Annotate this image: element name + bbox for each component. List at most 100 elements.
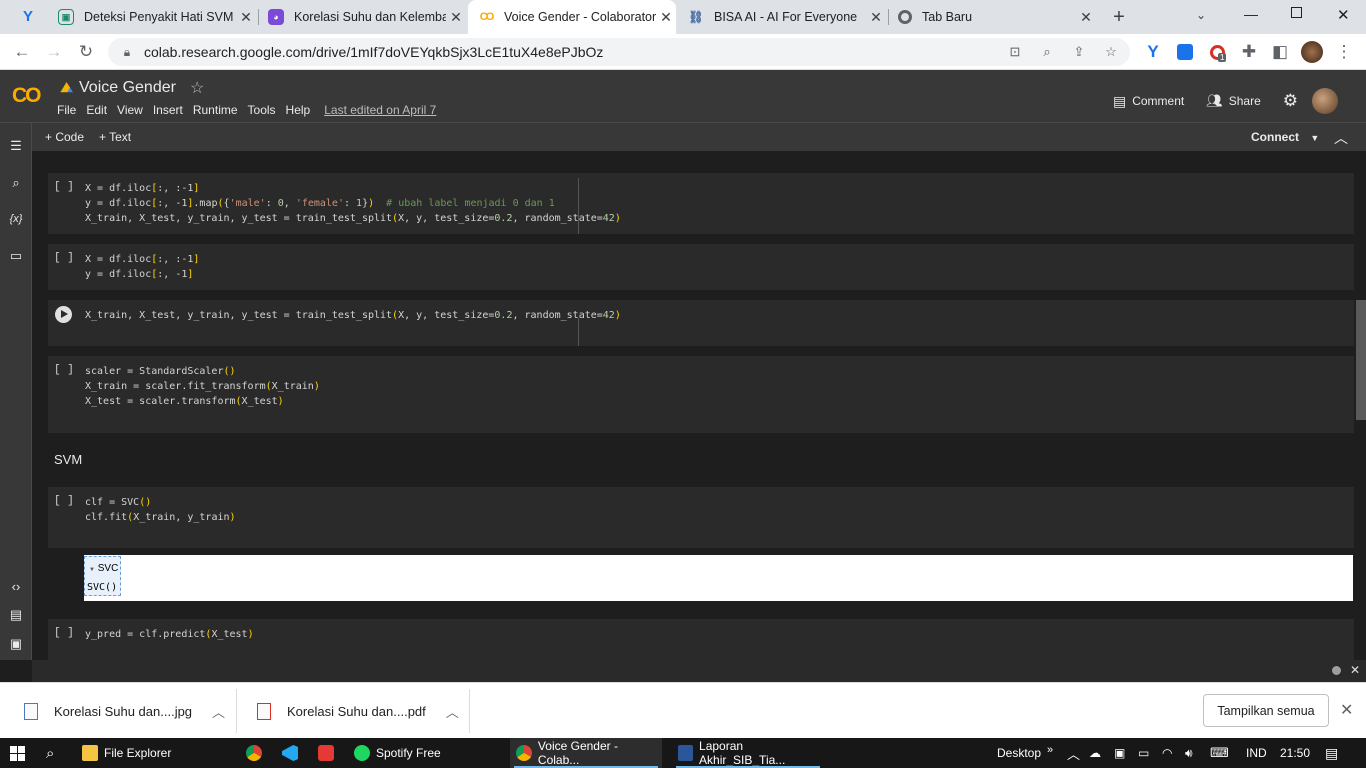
run-cell-play-icon[interactable] — [55, 306, 72, 323]
close-tab-icon[interactable]: ✕ — [236, 9, 256, 26]
run-cell-button[interactable]: [ ] — [54, 252, 74, 264]
menu-edit[interactable]: Edit — [86, 103, 107, 117]
variables-icon[interactable]: {x} — [6, 209, 26, 229]
vertical-scrollbar[interactable] — [1356, 300, 1366, 420]
code-editor[interactable]: X_train, X_test, y_train, y_test = train… — [85, 308, 621, 323]
tray-language[interactable]: IND — [1246, 738, 1267, 768]
lock-icon[interactable]: 🔒︎ — [120, 45, 134, 60]
menu-help[interactable]: Help — [286, 103, 311, 117]
notification-center-icon[interactable]: ▤ — [1325, 738, 1338, 768]
minimize-window-icon[interactable]: — — [1244, 6, 1258, 22]
files-folder-icon[interactable]: ▭ — [6, 246, 26, 266]
command-palette-icon[interactable]: ▤ — [6, 605, 26, 625]
colab-logo[interactable]: CO — [12, 84, 41, 108]
close-shelf-icon[interactable]: ✕ — [1340, 700, 1353, 720]
taskbar-app-file-explorer[interactable]: File Explorer — [82, 738, 171, 768]
code-editor[interactable]: clf = SVC() clf.fit(X_train, y_train) — [85, 495, 236, 525]
taskbar-app-spotify[interactable]: Spotify Free — [354, 738, 441, 768]
tray-wifi-icon[interactable]: ◠ — [1162, 738, 1172, 768]
table-of-contents-icon[interactable]: ☰ — [6, 136, 26, 156]
show-all-downloads-button[interactable]: Tampilkan semua — [1203, 694, 1329, 727]
close-window-icon[interactable]: ✕ — [1337, 6, 1350, 24]
extension-blue-icon[interactable] — [1173, 40, 1197, 64]
close-tab-icon[interactable]: ✕ — [866, 9, 886, 26]
taskbar-search-icon[interactable]: ⌕ — [46, 738, 54, 768]
taskbar-chrome-icon[interactable] — [246, 738, 268, 768]
code-cell[interactable]: [ ] scaler = StandardScaler() X_train = … — [48, 356, 1354, 433]
code-cell[interactable]: X_train, X_test, y_train, y_test = train… — [48, 300, 1354, 346]
browser-tab-active[interactable]: CO Voice Gender - Colaboratory ✕ — [468, 0, 676, 34]
notebook-title[interactable]: Voice Gender — [79, 79, 176, 97]
extensions-puzzle-icon[interactable]: ✚ — [1237, 40, 1261, 64]
share-page-icon[interactable]: ⇪ — [1070, 44, 1088, 60]
account-avatar[interactable] — [1312, 88, 1338, 114]
share-button[interactable]: 👥︎ Share — [1206, 93, 1261, 109]
last-edited-link[interactable]: Last edited on April 7 — [324, 103, 436, 117]
taskbar-vscode-icon[interactable] — [282, 738, 304, 768]
menu-view[interactable]: View — [117, 103, 143, 117]
taskbar-app-word[interactable]: Laporan Akhir_SIB_Tia... — [672, 738, 824, 768]
code-snippets-icon[interactable]: ‹› — [6, 577, 26, 597]
run-cell-button[interactable]: [ ] — [54, 627, 74, 639]
bookmark-star-icon[interactable]: ☆ — [1102, 44, 1120, 60]
reload-button[interactable]: ↻ — [74, 40, 98, 64]
comment-button[interactable]: ▤ Comment — [1113, 93, 1184, 110]
browser-menu-icon[interactable]: ⋮ — [1332, 40, 1356, 64]
chevron-up-icon[interactable]: ︿ — [446, 702, 459, 721]
browser-tab[interactable]: Tab Baru ✕ — [888, 0, 1096, 34]
start-button[interactable] — [10, 738, 25, 768]
menu-runtime[interactable]: Runtime — [193, 103, 238, 117]
code-editor[interactable]: y_pred = clf.predict(X_test) — [85, 627, 254, 642]
code-cell[interactable]: [ ] clf = SVC() clf.fit(X_train, y_train… — [48, 487, 1354, 548]
run-cell-button[interactable]: [ ] — [54, 495, 74, 507]
restore-window-icon[interactable] — [1291, 7, 1302, 18]
back-button[interactable]: ← — [10, 40, 34, 64]
tray-volume-icon[interactable]: 🔊︎ — [1185, 738, 1193, 768]
tray-meet-icon[interactable]: ▣ — [1114, 738, 1125, 768]
collapse-header-icon[interactable]: ︿ — [1334, 128, 1348, 148]
menu-file[interactable]: File — [57, 103, 76, 117]
taskbar-app-chrome-colab[interactable]: Voice Gender - Colab... — [510, 738, 662, 768]
add-code-button[interactable]: + Code — [45, 130, 84, 144]
browser-tab[interactable]: ◕ Korelasi Suhu dan Kelemba ✕ — [258, 0, 466, 34]
code-cell[interactable]: [ ] X = df.iloc[:, :-1] y = df.iloc[:, -… — [48, 173, 1354, 234]
desktop-toolbar[interactable]: Desktop » — [997, 738, 1053, 768]
code-editor[interactable]: X = df.iloc[:, :-1] y = df.iloc[:, -1] — [85, 252, 199, 282]
zoom-icon[interactable]: ⌕ — [1038, 44, 1056, 60]
star-icon[interactable]: ☆ — [190, 78, 204, 98]
side-panel-icon[interactable]: ◧ — [1268, 40, 1292, 64]
tray-cloud-icon[interactable]: ☁ — [1089, 738, 1101, 768]
code-editor[interactable]: scaler = StandardScaler() X_train = scal… — [85, 364, 320, 409]
close-status-icon[interactable]: ✕ — [1350, 663, 1360, 677]
add-text-button[interactable]: + Text — [99, 130, 131, 144]
code-editor[interactable]: X = df.iloc[:, :-1] y = df.iloc[:, -1].m… — [85, 181, 621, 226]
taskbar-wps-icon[interactable] — [318, 738, 340, 768]
browser-tab[interactable]: ▣ Deteksi Penyakit Hati SVM ✕ — [48, 0, 256, 34]
tray-keyboard-icon[interactable]: ⌨ — [1210, 738, 1229, 768]
run-cell-button[interactable]: [ ] — [54, 181, 74, 193]
extension-red-icon[interactable]: 1 — [1205, 40, 1229, 64]
download-item[interactable]: Korelasi Suhu dan....jpg ︿ — [0, 683, 225, 739]
terminal-icon[interactable]: ▣ — [6, 634, 26, 654]
tab-list-chevron-icon[interactable]: ⌄ — [1196, 8, 1206, 22]
close-tab-icon[interactable]: ✕ — [1076, 9, 1096, 26]
profile-avatar[interactable] — [1300, 40, 1324, 64]
estimator-widget[interactable]: ▼ SVC SVC() — [84, 556, 121, 596]
close-tab-icon[interactable]: ✕ — [446, 9, 466, 26]
search-icon[interactable]: ⌕ — [6, 173, 26, 193]
extension-y-icon[interactable]: Y — [1141, 40, 1165, 64]
code-cell[interactable]: [ ] y_pred = clf.predict(X_test) — [48, 619, 1354, 660]
browser-tab[interactable]: ⛓ BISA AI - AI For Everyone ✕ — [678, 0, 886, 34]
tray-clock[interactable]: 21:50 — [1280, 738, 1310, 768]
tab-search-icon[interactable]: Y — [18, 8, 38, 26]
menu-insert[interactable]: Insert — [153, 103, 183, 117]
tray-chevron-up-icon[interactable]: ︿ — [1067, 738, 1080, 768]
chevron-up-icon[interactable]: ︿ — [212, 702, 225, 721]
address-bar[interactable]: 🔒︎ colab.research.google.com/drive/1mIf7… — [108, 38, 1130, 66]
menu-tools[interactable]: Tools — [248, 103, 276, 117]
connect-button[interactable]: Connect ▼ — [1251, 130, 1319, 144]
translate-icon[interactable]: ⊡ — [1006, 44, 1024, 60]
tray-power-icon[interactable]: ▭ — [1138, 738, 1149, 768]
close-tab-icon[interactable]: ✕ — [656, 9, 676, 26]
download-item[interactable]: Korelasi Suhu dan....pdf ︿ — [233, 683, 459, 739]
